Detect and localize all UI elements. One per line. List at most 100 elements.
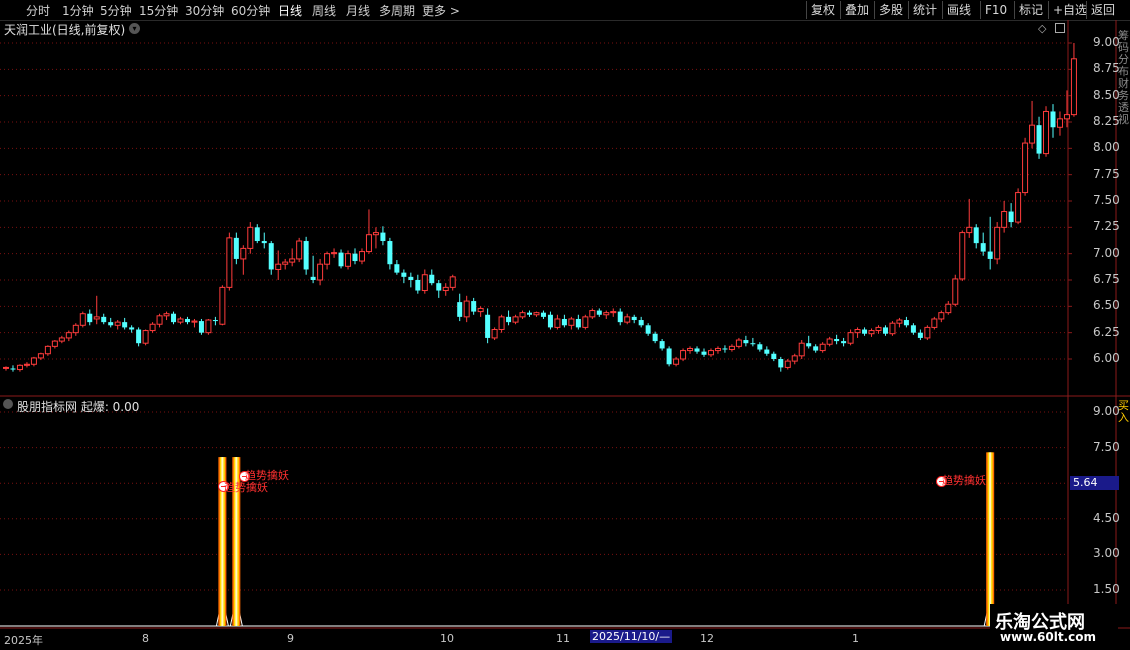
- y-tick-label: 7.25: [1093, 219, 1120, 234]
- candle-body-up: [3, 366, 9, 369]
- candle-body-up: [177, 318, 184, 323]
- candle-body-down: [903, 320, 909, 326]
- candle-body-down: [506, 316, 512, 323]
- candle-body-down: [701, 351, 707, 355]
- x-label-dec: 12: [700, 632, 714, 645]
- candle-body-up: [519, 312, 526, 318]
- candle-body-up: [889, 322, 896, 335]
- candle-body-down: [401, 272, 407, 277]
- y-tick-label: 8.50: [1093, 87, 1120, 102]
- indicator-title: 股朋指标网 起爆: 0.00: [17, 400, 140, 414]
- candle-body-down: [910, 325, 916, 333]
- candle-body-up: [707, 350, 714, 356]
- candle-body-up: [289, 258, 296, 263]
- candle-body-up: [868, 330, 875, 335]
- y-tick-label: 8.25: [1093, 114, 1120, 128]
- candle-body-up: [72, 324, 79, 334]
- candle-body-down: [743, 340, 749, 344]
- candle-body-up: [365, 234, 372, 253]
- candle-body-down: [268, 243, 274, 270]
- candle-body-up: [952, 278, 959, 305]
- candle-body-up: [875, 326, 882, 332]
- candle-body-down: [310, 276, 316, 280]
- candle-body-up: [966, 226, 973, 234]
- candle-body-up: [114, 321, 121, 326]
- candle-body-down: [1008, 211, 1014, 223]
- candle-body-down: [666, 348, 672, 365]
- candle-body-up: [735, 339, 742, 347]
- candle-body-down: [122, 322, 128, 328]
- candle-body-down: [750, 343, 756, 345]
- candle-body-up: [44, 345, 51, 355]
- indicator-y-tick-label: 9.00: [1093, 404, 1120, 418]
- candle-body-up: [896, 319, 903, 324]
- candle-body-down: [617, 311, 623, 323]
- y-tick-label: 6.25: [1093, 324, 1120, 339]
- candle-body-up: [345, 253, 352, 267]
- candle-body-down: [527, 312, 532, 315]
- candle-body-up: [714, 347, 721, 352]
- candle-body-up: [442, 286, 449, 292]
- indicator-side-tab[interactable]: 买入: [1118, 400, 1130, 440]
- candle-body-down: [171, 313, 177, 323]
- indicator-menu-icon[interactable]: [3, 399, 13, 409]
- candle-body-up: [938, 312, 945, 320]
- indicator-y-tick-label: 7.50: [1093, 439, 1120, 454]
- candle-body-down: [380, 232, 386, 242]
- candle-body-down: [561, 318, 567, 326]
- candle-body-up: [324, 253, 331, 265]
- candle-body-up: [296, 240, 303, 260]
- candle-body-up: [449, 276, 456, 288]
- candle-body-down: [813, 346, 819, 351]
- candle-body-down: [645, 325, 651, 334]
- candle-body-up: [931, 318, 938, 328]
- candle-body-down: [757, 344, 763, 350]
- candle-body-up: [477, 307, 484, 313]
- indicator-y-tick-label: 3.00: [1093, 546, 1120, 561]
- candle-body-up: [945, 303, 952, 314]
- candle-body-up: [687, 347, 694, 352]
- cursor-date: 2025/11/10/—: [590, 630, 673, 643]
- candle-body-down: [980, 243, 986, 252]
- candle-body-down: [136, 329, 142, 344]
- candle-body-down: [1050, 111, 1056, 128]
- y-tick-label: 7.50: [1093, 193, 1120, 207]
- indicator-current-value: 5.64: [1070, 476, 1119, 490]
- candle-body-down: [722, 348, 728, 350]
- candle-body-up: [826, 338, 833, 345]
- candle-body-down: [436, 283, 442, 291]
- candle-body-up: [93, 316, 100, 320]
- candle-body-up: [610, 311, 617, 314]
- candle-body-up: [791, 355, 798, 362]
- chip-distribution-tab[interactable]: 筹码分布财务透视: [1118, 30, 1130, 390]
- candle-body-up: [924, 326, 931, 339]
- candle-body-down: [917, 332, 923, 338]
- candle-body-down: [415, 280, 421, 291]
- candle-body-down: [631, 316, 637, 321]
- y-tick-label: 6.50: [1093, 298, 1120, 313]
- candle-body-up: [533, 312, 540, 316]
- candle-body-down: [778, 359, 784, 368]
- candle-body-up: [219, 286, 226, 325]
- candle-body-down: [841, 341, 847, 344]
- candle-body-up: [226, 237, 233, 288]
- signal-label-2: 趋势擒妖: [245, 469, 289, 482]
- candle-body-down: [694, 348, 700, 352]
- candle-body-down: [652, 333, 658, 342]
- candle-body-up: [163, 313, 170, 317]
- x-label-jan: 1: [852, 632, 859, 645]
- candle-body-down: [261, 241, 267, 244]
- candle-body-up: [16, 364, 23, 371]
- candle-body-down: [408, 276, 414, 280]
- candle-body-up: [1029, 124, 1036, 144]
- x-label-oct: 10: [440, 632, 454, 645]
- candle-body-up: [568, 318, 575, 326]
- candle-body-up: [589, 310, 596, 318]
- candle-body-up: [463, 300, 470, 318]
- spike-bar-core: [989, 452, 992, 626]
- candle-body-up: [358, 251, 365, 262]
- candle-body-up: [142, 330, 149, 344]
- chart-canvas[interactable]: [0, 0, 1130, 650]
- candle-body-up: [554, 318, 561, 328]
- candle-body-down: [973, 227, 979, 244]
